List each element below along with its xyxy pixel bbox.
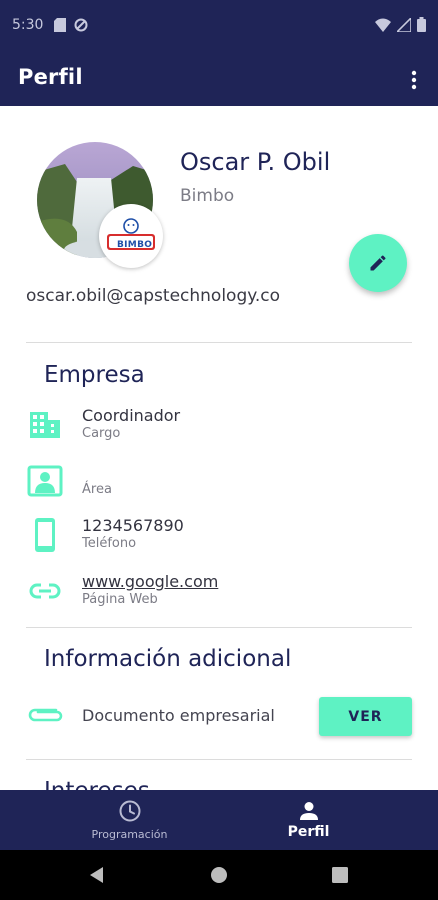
bimbo-logo-text: BIMBO	[117, 240, 153, 250]
profile-content[interactable]: BIMBO Oscar P. Obil Bimbo oscar.obil@cap…	[0, 106, 438, 790]
section-title-empresa: Empresa	[44, 362, 145, 388]
clock-icon	[119, 800, 141, 822]
link-icon	[26, 572, 64, 610]
divider	[26, 759, 412, 760]
status-system-icons	[375, 17, 426, 32]
document-label: Documento empresarial	[82, 706, 275, 725]
paperclip-icon	[26, 702, 64, 730]
sd-card-icon	[54, 18, 66, 32]
profile-name: Oscar P. Obil	[180, 148, 331, 176]
home-icon[interactable]	[210, 866, 228, 884]
profile-email: oscar.obil@capstechnology.co	[26, 286, 281, 306]
person-icon	[300, 802, 318, 820]
divider	[26, 627, 412, 628]
edit-profile-button[interactable]	[349, 234, 407, 292]
info-row-area: Área	[26, 462, 412, 506]
page-title: Perfil	[18, 65, 83, 89]
recents-icon[interactable]	[332, 867, 348, 883]
system-navigation-bar	[0, 850, 438, 900]
app-bar: Perfil	[0, 52, 438, 106]
nav-item-perfil[interactable]: Perfil	[199, 790, 418, 850]
area-label: Área	[82, 482, 112, 497]
section-title-informacion: Información adicional	[44, 646, 292, 672]
more-vert-icon[interactable]	[402, 68, 426, 92]
status-bar: 5:30	[0, 0, 438, 52]
view-document-button[interactable]: VER	[319, 697, 412, 736]
company-logo: BIMBO	[99, 204, 163, 268]
circle-sync-icon	[74, 18, 88, 32]
battery-icon	[417, 17, 426, 32]
status-notification-icons	[54, 18, 88, 32]
phone-icon	[26, 516, 64, 554]
pencil-icon	[370, 255, 386, 271]
info-row-cargo: Coordinador Cargo	[26, 406, 412, 450]
status-time: 5:30	[12, 17, 44, 33]
telefono-value: 1234567890	[82, 516, 184, 535]
pagina-web-label: Página Web	[82, 592, 158, 607]
website-link[interactable]: www.google.com	[82, 572, 218, 591]
id-card-icon	[26, 462, 64, 500]
nav-label-perfil: Perfil	[287, 824, 330, 840]
cargo-value: Coordinador	[82, 406, 181, 425]
profile-company: Bimbo	[180, 186, 235, 206]
bimbo-logo	[107, 218, 155, 250]
signal-icon	[397, 17, 411, 32]
info-row-pagina-web: www.google.com Página Web	[26, 572, 412, 616]
bottom-navigation: Programación Perfil	[0, 790, 438, 850]
back-icon[interactable]	[88, 866, 106, 884]
telefono-label: Teléfono	[82, 536, 137, 551]
building-icon	[26, 406, 64, 444]
info-row-telefono: 1234567890 Teléfono	[26, 516, 412, 560]
section-title-intereses: Intereses	[44, 778, 150, 790]
divider	[26, 342, 412, 343]
cargo-label: Cargo	[82, 426, 121, 441]
wifi-icon	[375, 18, 391, 32]
